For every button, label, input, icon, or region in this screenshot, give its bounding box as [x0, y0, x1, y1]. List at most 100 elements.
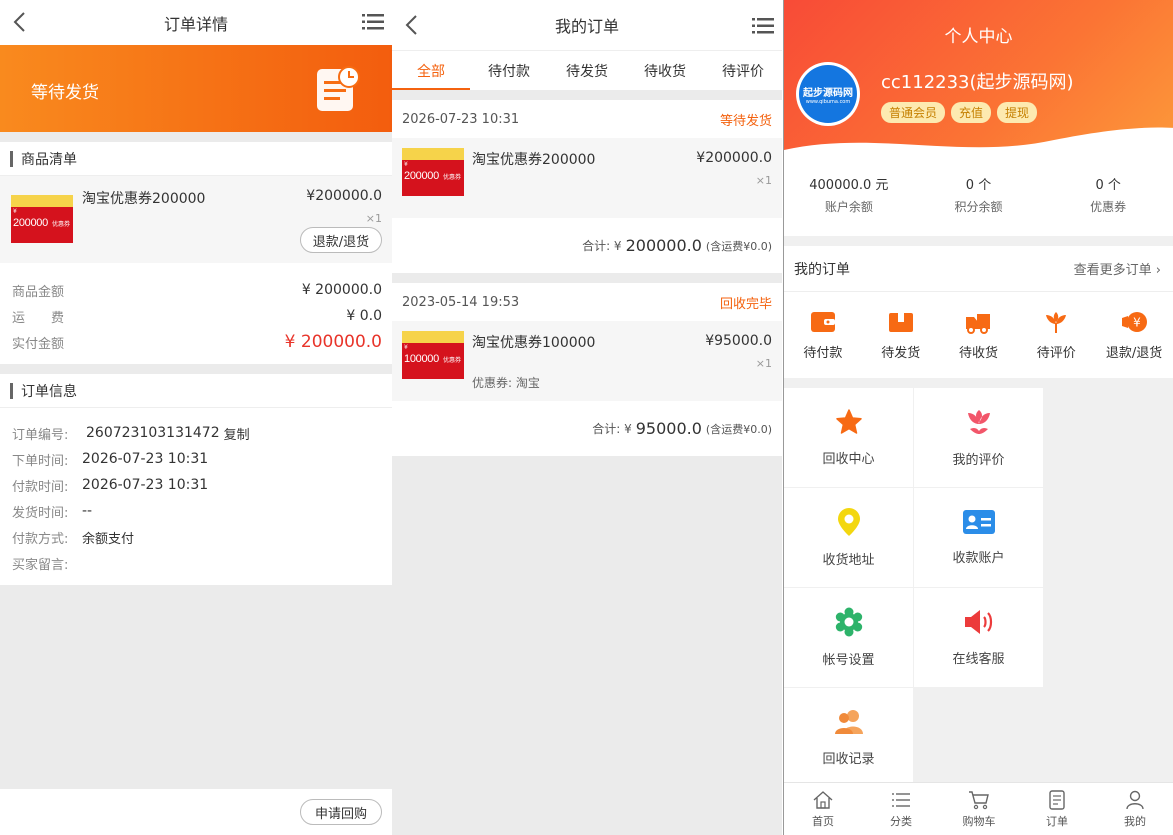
goods-price: ¥200000.0 [306, 188, 382, 204]
back-arrow-icon[interactable] [402, 13, 422, 37]
users-icon [834, 710, 863, 734]
goods-price: ¥200000.0 [696, 150, 772, 166]
status-text: 等待发货 [31, 83, 99, 103]
pay-time: 2026-07-23 10:31 [82, 477, 209, 493]
grid-online-service[interactable]: 在线客服 [914, 588, 1043, 687]
goods-name: 淘宝优惠券200000 [82, 191, 206, 207]
tab-all[interactable]: 全部 [392, 51, 470, 90]
withdraw-badge[interactable]: 提现 [997, 102, 1038, 123]
nav-cart[interactable]: 购物车 [940, 783, 1018, 835]
order-info-block: 订单编号: 260723103131472 复制 下单时间: 2026-07-23 1… [0, 408, 392, 585]
user-icon [1126, 790, 1144, 809]
truck-icon [966, 313, 991, 334]
page-title: 个人中心 [944, 27, 1013, 47]
detail-footer: 申请回购 [0, 789, 392, 835]
grid-recycle-center[interactable]: 回收中心 [784, 388, 913, 487]
profile-header: 个人中心 起步源码网 www.qibuma.com cc112233(起步源码网… [784, 0, 1173, 165]
status-banner: 等待发货 [0, 45, 392, 132]
order-total: 合计: ¥95000.0 (含运费¥0.0) [392, 401, 782, 456]
bottom-nav: 首页 分类 购物车 订单 我的 [784, 782, 1173, 835]
order-status: 回收完毕 [719, 296, 772, 312]
function-grid: 回收中心 我的评价 收货地址 收款账户 帐号设置 在线客服 回收记录 [784, 388, 1173, 788]
tab-pending-review[interactable]: 待评价 [704, 51, 782, 90]
logo-text: 起步源码网 [803, 87, 853, 99]
my-orders-header: 我的订单 查看更多订单 › [784, 246, 1173, 292]
nav-orders[interactable]: 订单 [1018, 783, 1096, 835]
shortcut-refund[interactable]: ¥ 退款/退货 [1095, 292, 1173, 378]
speaker-icon [964, 610, 992, 634]
member-badge: 普通会员 [881, 102, 946, 123]
menu-icon[interactable] [752, 16, 774, 36]
grid-recycle-records[interactable]: 回收记录 [784, 688, 913, 787]
buyback-button[interactable]: 申请回购 [300, 799, 382, 825]
goods-qty: ×1 [365, 212, 382, 225]
copy-link[interactable]: 复制 [224, 424, 250, 443]
ship-time: -- [82, 503, 93, 519]
recharge-badge[interactable]: 充值 [951, 102, 992, 123]
nav-home[interactable]: 首页 [784, 783, 862, 835]
shortcut-pending-review[interactable]: 待评价 [1017, 292, 1095, 378]
amount-block: 商品金额 ¥ 200000.0 运 费 ¥ 0.0 实付金额 ¥ 200000.… [0, 263, 392, 364]
grid-shipping-address[interactable]: 收货地址 [784, 488, 913, 587]
stats-row: 400000.0 元 账户余额 0 个 积分余额 0 个 优惠券 [784, 158, 1173, 236]
id-card-icon [962, 510, 995, 534]
nav-mine[interactable]: 我的 [1096, 783, 1173, 835]
wallet-icon [810, 311, 835, 332]
goods-price: ¥95000.0 [705, 333, 772, 349]
order-card[interactable]: 2023-05-14 19:53 回收完毕 ¥ 100000 优惠券 淘宝优惠券… [392, 283, 782, 456]
goods-sub: 优惠券: 淘宝 [472, 376, 540, 390]
tab-pending-shipment[interactable]: 待发货 [548, 51, 626, 90]
freight-value: ¥ 0.0 [346, 308, 382, 324]
coupon-stat[interactable]: 0 个 优惠券 [1043, 158, 1173, 236]
info-section-title: 订单信息 [0, 374, 392, 408]
yen-coin-icon: ¥ [1122, 311, 1148, 332]
logo-url: www.qibuma.com [805, 98, 851, 105]
nav-category[interactable]: 分类 [862, 783, 940, 835]
order-detail-panel: 订单详情 等待发货 商品清单 ¥ 200000 优惠券 淘宝优惠券200000 … [0, 0, 392, 835]
order-card[interactable]: 2026-07-23 10:31 等待发货 ¥ 200000 优惠券 淘宝优惠券… [392, 100, 782, 273]
shortcut-pending-shipment[interactable]: 待发货 [862, 292, 940, 378]
page-title: 订单详情 [163, 14, 228, 34]
order-icon [1049, 789, 1065, 810]
grid-payment-account[interactable]: 收款账户 [914, 488, 1043, 587]
shortcut-pending-receipt[interactable]: 待收货 [940, 292, 1018, 378]
cart-icon [969, 790, 989, 809]
shortcut-pending-payment[interactable]: 待付款 [784, 292, 862, 378]
order-number: 260723103131472 [86, 425, 220, 441]
pay-method: 余额支付 [82, 531, 135, 547]
paid-label: 实付金额 [12, 336, 65, 352]
points-stat[interactable]: 0 个 积分余额 [914, 158, 1044, 236]
order-time: 2026-07-23 10:31 [402, 111, 520, 127]
coupon-thumbnail: ¥ 200000 优惠券 [402, 148, 464, 196]
orders-panel: 我的订单 全部 待付款 待发货 待收货 待评价 2026-07-23 10:31… [392, 0, 782, 835]
order-status: 等待发货 [719, 113, 772, 129]
tab-pending-receipt[interactable]: 待收货 [626, 51, 704, 90]
more-orders-link[interactable]: 查看更多订单 › [1074, 259, 1161, 278]
location-pin-icon [837, 508, 860, 536]
document-clock-icon [317, 66, 360, 111]
goods-name: 淘宝优惠券100000 [472, 335, 596, 351]
grid-my-reviews[interactable]: 我的评价 [914, 388, 1043, 487]
box-icon [888, 312, 913, 332]
profile-panel: 个人中心 起步源码网 www.qibuma.com cc112233(起步源码网… [783, 0, 1173, 835]
my-orders-title: 我的订单 [794, 261, 850, 278]
order-time: 2023-05-14 19:53 [402, 294, 520, 310]
order-shortcuts: 待付款 待发货 待收货 待评价 ¥ 退款/退货 [784, 292, 1173, 378]
grid-account-settings[interactable]: 帐号设置 [784, 588, 913, 687]
amount-label: 商品金额 [12, 284, 65, 300]
refund-button[interactable]: 退款/退货 [300, 227, 382, 253]
avatar[interactable]: 起步源码网 www.qibuma.com [796, 62, 860, 126]
coupon-thumbnail: ¥ 200000 优惠券 [11, 195, 73, 243]
gear-icon [835, 607, 862, 637]
tab-pending-payment[interactable]: 待付款 [470, 51, 548, 90]
flower-icon [1046, 311, 1067, 333]
page-title: 我的订单 [554, 17, 619, 36]
wave-decoration [784, 127, 1173, 165]
paid-value: ¥ 200000.0 [284, 332, 382, 352]
back-arrow-icon[interactable] [10, 10, 30, 34]
badge-row: 普通会员 充值 提现 [881, 102, 1043, 123]
balance-stat[interactable]: 400000.0 元 账户余额 [784, 158, 914, 236]
amount-value: ¥ 200000.0 [301, 282, 382, 298]
menu-icon[interactable] [362, 12, 384, 32]
list-icon [892, 792, 910, 807]
